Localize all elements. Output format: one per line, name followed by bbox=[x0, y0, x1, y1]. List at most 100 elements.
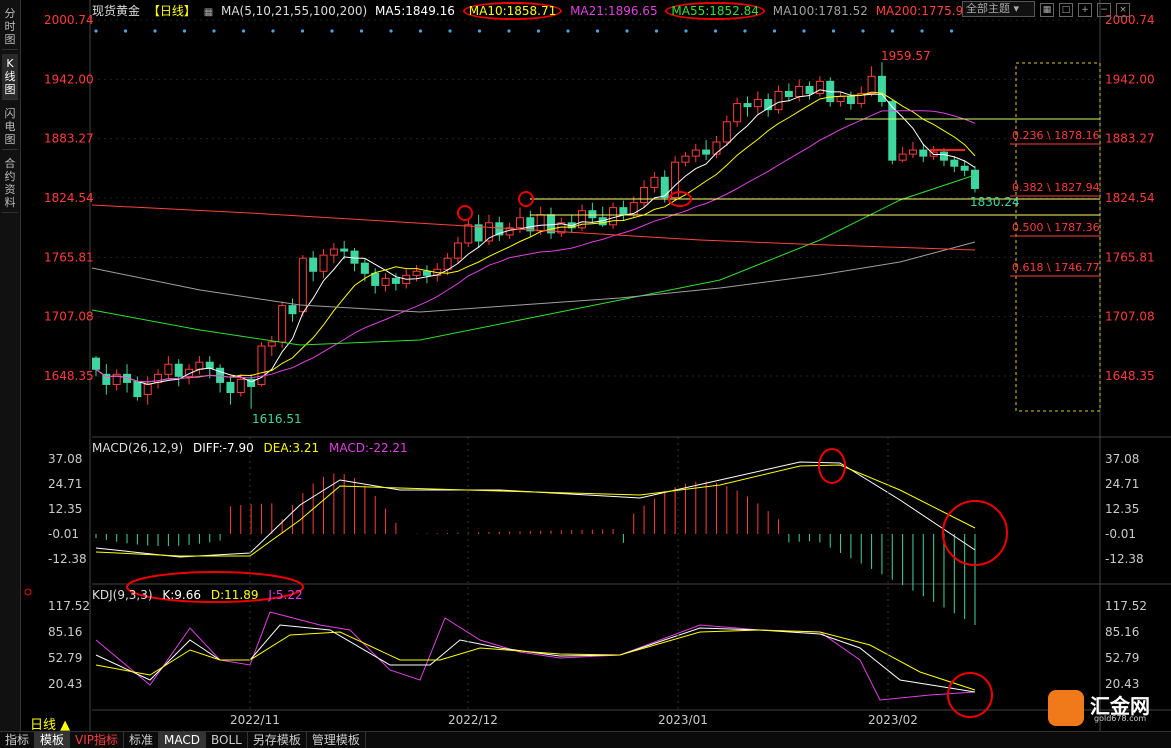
ma10-value: MA10:1858.71 bbox=[462, 2, 563, 20]
ma5-value: MA5:1849.16 bbox=[375, 4, 455, 18]
tab-indicator[interactable]: 指标 bbox=[0, 732, 36, 748]
kdj-k-line bbox=[95, 624, 976, 693]
tab-kline[interactable]: K线图 bbox=[2, 54, 18, 100]
price-tick-left: 1824.54 bbox=[44, 191, 94, 205]
candle-body bbox=[753, 99, 762, 108]
chevron-down-icon: ▾ bbox=[1013, 2, 1020, 15]
candle-body bbox=[443, 257, 452, 270]
signal-dot bbox=[300, 29, 305, 33]
minus-icon[interactable]: − bbox=[1097, 3, 1111, 17]
signal-dot bbox=[123, 29, 128, 33]
tab-manage-template[interactable]: 管理模板 bbox=[307, 732, 366, 748]
candle-body bbox=[702, 149, 711, 155]
ma100-line bbox=[91, 241, 976, 313]
ma55-value: MA55:1852.84 bbox=[665, 2, 765, 20]
candle-body bbox=[960, 165, 969, 171]
signal-dot bbox=[448, 29, 452, 33]
price-tick-left: 1648.35 bbox=[44, 369, 94, 383]
macd-tick-right: 24.71 bbox=[1105, 477, 1139, 491]
date-label: 2022/12 bbox=[448, 713, 498, 727]
tab-standard[interactable]: 标准 bbox=[124, 732, 160, 748]
signal-dot bbox=[477, 29, 482, 33]
price-tick-left: 1883.27 bbox=[44, 132, 94, 146]
candle-body bbox=[143, 383, 152, 396]
candle-body bbox=[971, 169, 979, 189]
high-label: 1959.57 bbox=[881, 49, 931, 63]
candle-body bbox=[278, 305, 287, 343]
ma100-value: MA100:1781.52 bbox=[772, 4, 868, 18]
price-tick-left: 1707.08 bbox=[44, 310, 94, 324]
candle-body bbox=[588, 210, 597, 219]
ma10-line bbox=[95, 91, 976, 383]
tab-save-template[interactable]: 另存模板 bbox=[248, 732, 307, 748]
price-tick-right: 1942.00 bbox=[1105, 72, 1155, 86]
tab-macd[interactable]: MACD bbox=[159, 732, 207, 748]
zoom-icon[interactable]: □ bbox=[1059, 3, 1073, 17]
price-tick-left: 2000.74 bbox=[44, 13, 94, 27]
plus-icon[interactable]: + bbox=[1078, 3, 1092, 17]
candle-body bbox=[846, 96, 855, 105]
price-tick-left: 1765.81 bbox=[44, 250, 94, 264]
signal-dot bbox=[330, 29, 334, 33]
candle-body bbox=[267, 341, 276, 347]
candle-body bbox=[660, 176, 669, 199]
theme-select[interactable]: 全部主题 ▾ bbox=[962, 1, 1035, 17]
highlight-circle bbox=[457, 205, 473, 221]
kdj-tick-left: 85.16 bbox=[48, 625, 82, 639]
price-chart[interactable]: 2000.74 2000.741942.00 1942.001883.27 1883.… bbox=[20, 0, 1171, 731]
tab-flash[interactable]: 闪电图 bbox=[2, 104, 18, 150]
logo-icon bbox=[1048, 690, 1084, 726]
candle-body bbox=[453, 242, 462, 259]
watermark-logo: 汇金网 gold678.com bbox=[1048, 690, 1160, 726]
fib-label: 0.236 \ 1878.16 bbox=[1012, 129, 1100, 142]
ma5-line bbox=[95, 89, 976, 385]
signal-dot bbox=[182, 29, 187, 33]
bottom-tabs: 指标 模板 VIP指标 标准 MACD BOLL 另存模板 管理模板 bbox=[0, 731, 1171, 748]
kdj-tick-left: 52.79 bbox=[48, 651, 82, 665]
kdj-k: K:9.66 bbox=[162, 588, 202, 602]
candle-body bbox=[784, 90, 793, 98]
macd-dea-line bbox=[95, 464, 976, 557]
price-tick-right: 1765.81 bbox=[1105, 250, 1155, 264]
macd-tick-right: 12.35 bbox=[1105, 502, 1139, 516]
ma21-value: MA21:1896.65 bbox=[570, 4, 658, 18]
macd-tick-right: -12.38 bbox=[1105, 552, 1144, 566]
signal-dot bbox=[241, 29, 246, 33]
tab-template[interactable]: 模板 bbox=[35, 732, 71, 748]
candle-body bbox=[908, 149, 917, 155]
signal-dot bbox=[625, 29, 629, 33]
fib-label: 0.500 \ 1787.36 bbox=[1012, 221, 1100, 234]
kdj-tick-left: 117.52 bbox=[48, 599, 90, 613]
signal-dot bbox=[212, 29, 216, 33]
ma-spec: MA(5,10,21,55,100,200) bbox=[220, 4, 368, 18]
signal-dot bbox=[654, 29, 659, 33]
tab-vip-indicator[interactable]: VIP指标 bbox=[70, 732, 125, 748]
macd-tick-right: 37.08 bbox=[1105, 452, 1139, 466]
kdj-tick-right: 52.79 bbox=[1105, 651, 1139, 665]
kdj-marker-icon bbox=[24, 588, 32, 596]
candle-body bbox=[629, 202, 638, 216]
macd-tick-left: 37.08 bbox=[48, 452, 82, 466]
date-label: 2023/01 bbox=[658, 713, 708, 727]
signal-dot bbox=[772, 29, 777, 33]
grid-icon[interactable]: ▦ bbox=[1040, 3, 1054, 17]
chart-icon[interactable]: ▦ bbox=[204, 7, 213, 18]
kdj-tick-right: 85.16 bbox=[1105, 625, 1139, 639]
macd-diff: DIFF:-7.90 bbox=[192, 441, 254, 455]
price-tick-right: 1648.35 bbox=[1105, 369, 1155, 383]
fib-label: 0.618 \ 1746.77 bbox=[1012, 261, 1100, 274]
signal-dot bbox=[861, 29, 865, 33]
candle-body bbox=[391, 277, 400, 284]
close-icon[interactable]: × bbox=[1116, 3, 1130, 17]
tab-contract-info[interactable]: 合约资料 bbox=[2, 154, 18, 213]
signal-dot bbox=[153, 29, 157, 33]
signal-dot bbox=[418, 29, 423, 33]
candle-body bbox=[774, 90, 783, 111]
tab-timeshare[interactable]: 分时图 bbox=[2, 4, 18, 50]
date-label: 2022/11 bbox=[230, 713, 280, 727]
tab-boll[interactable]: BOLL bbox=[206, 732, 248, 748]
signal-dot bbox=[684, 29, 688, 33]
macd-header: MACD(26,12,9) DIFF:-7.90 DEA:3.21 MACD:-… bbox=[92, 441, 414, 455]
signal-dot bbox=[94, 29, 98, 33]
signal-dot bbox=[271, 29, 275, 33]
